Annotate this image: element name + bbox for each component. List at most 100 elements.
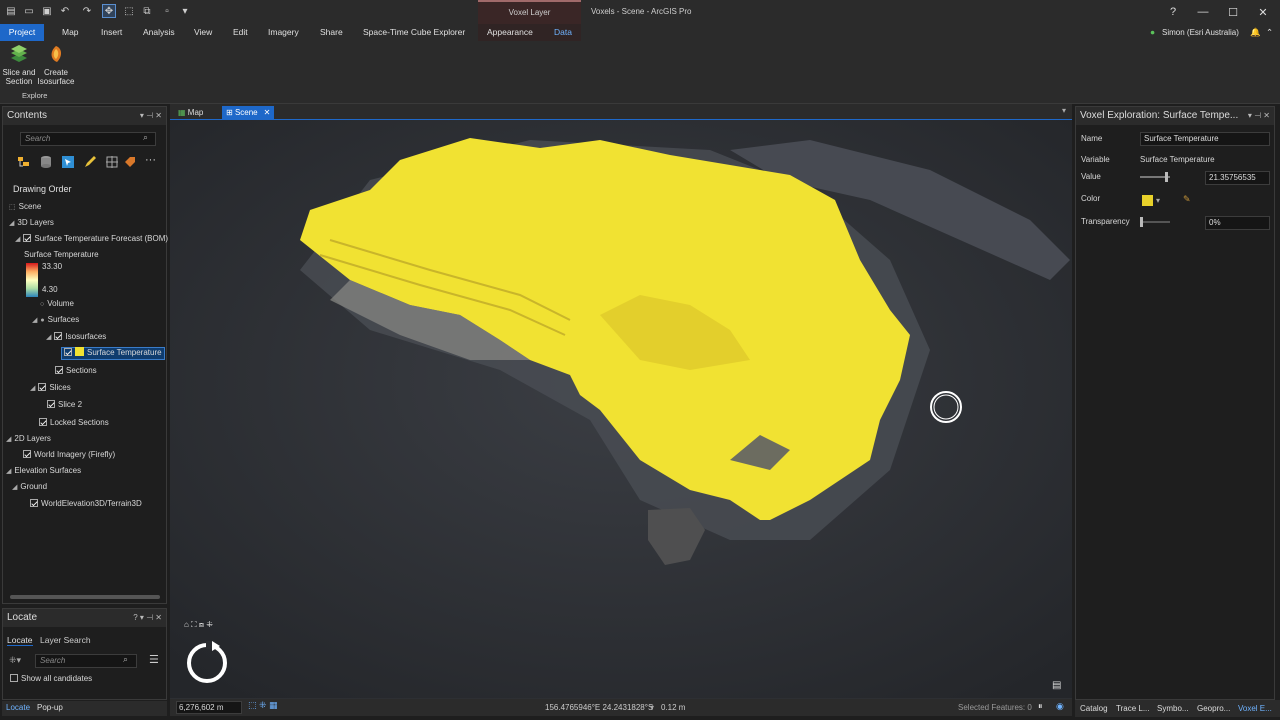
color-picker-icon[interactable]: ✎ xyxy=(1183,194,1191,205)
tab-map-view[interactable]: ▦ Map xyxy=(174,106,207,120)
tree-world-imagery[interactable]: World Imagery (Firefly) xyxy=(23,449,115,461)
collapse-icon[interactable]: ◢ xyxy=(12,484,17,491)
tab-layer-search[interactable]: Layer Search xyxy=(40,635,91,645)
locate-search-icon[interactable]: ⌕ xyxy=(123,654,128,665)
list-by-data-source-icon[interactable] xyxy=(39,155,53,169)
collapse-icon[interactable]: ◢ xyxy=(46,334,51,341)
show-all-candidates-checkbox[interactable]: Show all candidates xyxy=(10,673,92,685)
radio-on-icon[interactable]: ● xyxy=(40,317,44,324)
user-account[interactable]: Simon (Esri Australia) xyxy=(1162,24,1239,41)
color-swatch[interactable] xyxy=(1142,195,1153,206)
bottom-tab-geoprocessing[interactable]: Geopro... xyxy=(1197,700,1230,717)
transparency-slider-thumb[interactable] xyxy=(1140,217,1143,227)
redo-icon[interactable]: ↷ xyxy=(80,4,94,18)
search-icon[interactable]: ⌕ xyxy=(143,132,148,143)
status-icon[interactable]: ▤ xyxy=(1052,680,1061,691)
tab-space-time-cube[interactable]: Space-Time Cube Explorer xyxy=(363,24,465,41)
menu-icon[interactable]: ☰ xyxy=(149,653,159,666)
more-options-icon[interactable]: ··· xyxy=(145,155,159,169)
tab-share[interactable]: Share xyxy=(320,24,343,41)
tree-ground[interactable]: ◢ Ground xyxy=(12,481,47,494)
tab-project[interactable]: Project xyxy=(0,24,44,41)
bottom-tab-voxel-exploration[interactable]: Voxel E... xyxy=(1238,700,1272,717)
tab-scene-view[interactable]: ⊞ Scene ✕ xyxy=(222,106,275,120)
contents-search-input[interactable]: Search xyxy=(20,132,156,146)
tree-sections[interactable]: Sections xyxy=(55,365,97,377)
tree-forecast-layer[interactable]: ◢ Surface Temperature Forecast (BOM) xyxy=(15,233,168,246)
collapse-icon[interactable]: ◢ xyxy=(6,468,11,475)
tab-insert[interactable]: Insert xyxy=(101,24,122,41)
bottom-tab-locate[interactable]: Locate xyxy=(6,703,30,712)
maximize-icon[interactable]: ☐ xyxy=(1218,0,1248,24)
tree-2d-layers[interactable]: ◢ 2D Layers xyxy=(6,433,51,446)
clear-selection-icon[interactable]: ⧉ xyxy=(140,4,154,18)
create-isosurface-button[interactable]: Create Isosurface xyxy=(37,44,75,86)
undo-icon[interactable]: ↶ xyxy=(58,4,72,18)
visibility-checkbox[interactable] xyxy=(54,332,63,340)
open-icon[interactable]: ▭ xyxy=(22,4,36,18)
pause-drawing-icon[interactable]: ⏸ xyxy=(1038,701,1043,712)
list-by-snapping-icon[interactable] xyxy=(105,155,119,169)
tab-imagery[interactable]: Imagery xyxy=(268,24,299,41)
tree-locked-sections[interactable]: Locked Sections xyxy=(39,417,109,429)
tab-appearance[interactable]: Appearance xyxy=(487,24,533,41)
notification-icon[interactable]: 🔔 xyxy=(1250,24,1261,41)
bottom-tab-catalog[interactable]: Catalog xyxy=(1080,700,1108,717)
tab-view[interactable]: View xyxy=(194,24,212,41)
collapse-icon[interactable]: ◢ xyxy=(9,220,14,227)
close-icon[interactable]: ✕ xyxy=(1248,0,1278,24)
explore-tool-icon[interactable]: ✥ xyxy=(102,4,116,18)
list-by-labeling-icon[interactable] xyxy=(123,155,137,169)
help-icon[interactable]: ? xyxy=(1158,0,1188,24)
tree-surfaces[interactable]: ◢ ● Surfaces xyxy=(32,314,79,327)
name-input[interactable]: Surface Temperature xyxy=(1140,132,1270,146)
collapse-icon[interactable]: ◢ xyxy=(30,385,35,392)
app-icon[interactable]: ▤ xyxy=(4,4,18,18)
slice-and-section-button[interactable]: Slice and Section xyxy=(0,44,38,86)
tab-analysis[interactable]: Analysis xyxy=(143,24,175,41)
tree-terrain[interactable]: WorldElevation3D/Terrain3D xyxy=(30,498,142,510)
tree-scene[interactable]: ⬚ Scene xyxy=(9,201,41,214)
tree-volume[interactable]: ○ Volume xyxy=(40,298,74,311)
minimize-icon[interactable]: — xyxy=(1188,0,1218,24)
visibility-checkbox[interactable] xyxy=(47,400,55,408)
color-dropdown-icon[interactable]: ▾ xyxy=(1156,196,1160,205)
bottom-tab-trace[interactable]: Trace L... xyxy=(1116,700,1150,717)
list-by-drawing-order-icon[interactable] xyxy=(17,155,31,169)
visibility-checkbox[interactable] xyxy=(23,234,32,242)
visibility-checkbox[interactable] xyxy=(64,348,72,356)
save-icon[interactable]: ▣ xyxy=(40,4,54,18)
transparency-slider-track[interactable] xyxy=(1140,221,1170,223)
list-by-selection-icon[interactable] xyxy=(61,155,75,169)
voxel-pane-options-icon[interactable]: ▾ ⊣ ✕ xyxy=(1248,107,1270,125)
scale-input[interactable]: 6,276,602 m xyxy=(176,701,242,714)
view-tools-icon[interactable]: ⌂ ⛶ ⧈ ⁜ xyxy=(184,620,213,630)
tree-3d-layers[interactable]: ◢ 3D Layers xyxy=(9,217,54,230)
collapse-icon[interactable]: ◢ xyxy=(6,436,11,443)
ribbon-collapse-icon[interactable]: ⌃ xyxy=(1266,24,1273,41)
pane-options-icon[interactable]: ▾ ⊣ ✕ xyxy=(140,107,162,125)
tab-map[interactable]: Map xyxy=(62,24,79,41)
visibility-checkbox[interactable] xyxy=(38,383,47,391)
visibility-checkbox[interactable] xyxy=(23,450,31,458)
visibility-checkbox[interactable] xyxy=(55,366,63,374)
select-tool-icon[interactable]: ⬚ xyxy=(122,4,136,18)
radio-off-icon[interactable]: ○ xyxy=(40,301,44,308)
tab-edit[interactable]: Edit xyxy=(233,24,248,41)
transparency-input[interactable]: 0% xyxy=(1205,216,1270,230)
close-tab-icon[interactable]: ✕ xyxy=(264,108,271,117)
visibility-checkbox[interactable] xyxy=(30,499,38,507)
checkbox[interactable] xyxy=(10,674,18,682)
attribute-icon[interactable]: ▫ xyxy=(160,4,174,18)
value-slider-thumb[interactable] xyxy=(1165,172,1168,182)
tab-locate[interactable]: Locate xyxy=(7,635,33,646)
refresh-icon[interactable]: ◉ xyxy=(1056,701,1064,712)
view-tabs-dropdown-icon[interactable]: ▾ xyxy=(1062,106,1066,115)
tree-surface-temperature-item[interactable]: Surface Temperature xyxy=(64,347,162,359)
visibility-checkbox[interactable] xyxy=(39,418,47,426)
contents-horizontal-scrollbar[interactable] xyxy=(10,595,160,599)
locate-pane-options-icon[interactable]: ? ▾ ⊣ ✕ xyxy=(133,609,162,627)
bottom-tab-popup[interactable]: Pop-up xyxy=(37,703,63,712)
coord-dropdown-icon[interactable]: ▾ xyxy=(650,703,654,712)
tab-data[interactable]: Data xyxy=(554,24,572,41)
